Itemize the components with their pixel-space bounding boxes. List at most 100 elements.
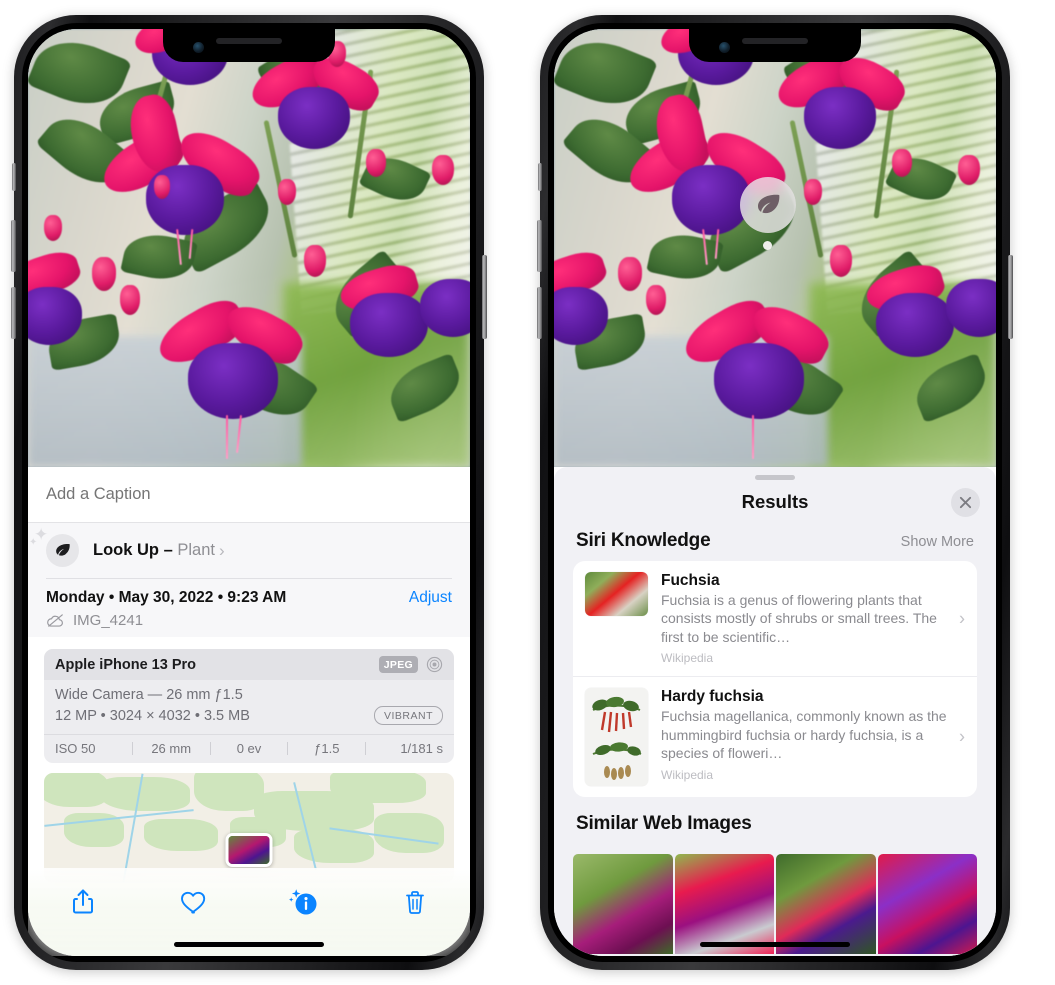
flower-bud xyxy=(44,215,62,241)
share-button[interactable] xyxy=(63,882,103,922)
result-thumbnail xyxy=(585,572,648,616)
info-sparkle-icon xyxy=(289,889,317,915)
similar-web-images-strip[interactable] xyxy=(573,854,977,955)
show-more-button[interactable]: Show More xyxy=(901,534,974,550)
photo-viewer[interactable] xyxy=(28,29,470,467)
camera-badges: JPEG xyxy=(378,656,443,673)
exif-focal: 26 mm xyxy=(151,741,192,756)
delete-button[interactable] xyxy=(395,882,435,922)
result-text: Fuchsia Fuchsia is a genus of flowering … xyxy=(661,572,965,665)
siri-knowledge-header: Siri Knowledge Show More xyxy=(554,524,996,561)
home-indicator[interactable] xyxy=(174,942,324,947)
flower-bud xyxy=(618,257,642,291)
flower-bud xyxy=(958,155,980,185)
look-up-row[interactable]: ✦ ✦ Look Up – Plant › xyxy=(28,523,470,578)
result-thumbnail xyxy=(585,688,648,787)
divider xyxy=(46,578,452,579)
location-map[interactable] xyxy=(44,773,454,883)
look-up-label: Look Up – Plant xyxy=(93,541,215,560)
flower-corolla xyxy=(188,343,278,419)
flower-corolla xyxy=(804,87,876,149)
photo-viewer[interactable] xyxy=(554,29,996,467)
volume-down-button[interactable] xyxy=(537,287,542,339)
right-iphone-device: Results Siri Knowledge Show More Fuchsia… xyxy=(537,15,1013,970)
camera-body: Wide Camera — 26 mm ƒ1.5 12 MP • 3024 × … xyxy=(44,680,454,734)
left-phone-bezel: ✦ ✦ Look Up – Plant › xyxy=(22,23,476,962)
right-phone-bezel: Results Siri Knowledge Show More Fuchsia… xyxy=(548,23,1002,962)
result-description: Fuchsia magellanica, commonly known as t… xyxy=(661,708,947,762)
look-up-dash: – xyxy=(163,541,173,559)
front-camera-icon xyxy=(193,42,204,53)
result-title: Hardy fuchsia xyxy=(661,688,764,706)
photo-info-panel: ✦ ✦ Look Up – Plant › xyxy=(28,467,470,956)
map-photo-pin[interactable] xyxy=(225,833,273,867)
chevron-right-icon: › xyxy=(959,726,965,747)
photo-metadata: Monday • May 30, 2022 • 9:23 AM Adjust I… xyxy=(28,578,470,637)
notch xyxy=(689,29,861,62)
exif-row: ISO 50 26 mm 0 ev ƒ1.5 1/181 s xyxy=(44,734,454,763)
photo-style-badge: VIBRANT xyxy=(373,706,443,725)
volume-up-button[interactable] xyxy=(537,220,542,272)
close-button[interactable] xyxy=(951,488,980,517)
date-row: Monday • May 30, 2022 • 9:23 AM Adjust xyxy=(46,589,452,607)
filename-row: IMG_4241 xyxy=(46,612,452,629)
right-phone-screen: Results Siri Knowledge Show More Fuchsia… xyxy=(554,29,996,956)
list-item[interactable]: Fuchsia Fuchsia is a genus of flowering … xyxy=(573,561,977,676)
result-source: Wikipedia xyxy=(661,651,714,666)
look-up-subject: Plant xyxy=(177,541,215,559)
aperture-icon xyxy=(426,656,443,673)
home-indicator[interactable] xyxy=(700,942,850,947)
similar-image-thumbnail[interactable] xyxy=(573,854,673,955)
camera-device-name: Apple iPhone 13 Pro xyxy=(55,656,196,673)
visual-lookup-badge[interactable] xyxy=(740,177,796,233)
camera-specs-row: 12 MP • 3024 × 4032 • 3.5 MB VIBRANT xyxy=(55,706,443,725)
result-title: Fuchsia xyxy=(661,572,720,589)
similar-image-thumbnail[interactable] xyxy=(776,854,876,955)
chevron-right-icon: › xyxy=(218,540,225,560)
flower-bud xyxy=(646,285,666,315)
look-up-title: Look Up xyxy=(93,541,159,559)
caption-input[interactable] xyxy=(46,485,452,504)
results-sheet: Results Siri Knowledge Show More Fuchsia… xyxy=(554,467,996,956)
stamen xyxy=(226,415,228,459)
volume-down-button[interactable] xyxy=(11,287,16,339)
flower-bud xyxy=(278,179,296,205)
flower-corolla xyxy=(672,165,750,235)
caption-row[interactable] xyxy=(28,467,470,523)
flower-bud xyxy=(892,149,912,177)
left-phone-screen: ✦ ✦ Look Up – Plant › xyxy=(28,29,470,956)
filename-text: IMG_4241 xyxy=(73,612,144,629)
flower-bud xyxy=(432,155,454,185)
similar-image-thumbnail[interactable] xyxy=(877,854,977,955)
exif-exposure: 0 ev xyxy=(236,741,262,756)
volume-up-button[interactable] xyxy=(11,220,16,272)
share-icon xyxy=(73,889,94,914)
mute-switch[interactable] xyxy=(538,163,542,191)
exif-iso: ISO 50 xyxy=(55,741,96,756)
chevron-right-icon: › xyxy=(959,608,965,629)
similar-web-images-header: Similar Web Images xyxy=(554,797,996,844)
info-button[interactable] xyxy=(284,882,324,922)
sheet-title: Results xyxy=(741,491,809,512)
power-button[interactable] xyxy=(1008,255,1013,339)
visual-lookup-pointer-dot xyxy=(763,241,772,250)
list-item[interactable]: Hardy fuchsia Fuchsia magellanica, commo… xyxy=(573,676,977,797)
power-button[interactable] xyxy=(482,255,487,339)
mute-switch[interactable] xyxy=(12,163,16,191)
camera-specs-line: 12 MP • 3024 × 4032 • 3.5 MB xyxy=(55,707,250,724)
adjust-button[interactable]: Adjust xyxy=(409,589,452,607)
format-badge: JPEG xyxy=(378,656,418,673)
heart-icon xyxy=(180,891,205,913)
flower-bud xyxy=(154,175,170,199)
camera-info-card[interactable]: Apple iPhone 13 Pro JPEG Wide Camera — 2… xyxy=(44,649,454,763)
leaf-glyph xyxy=(56,544,70,556)
siri-knowledge-card: Fuchsia Fuchsia is a genus of flowering … xyxy=(573,561,977,798)
favorite-button[interactable] xyxy=(174,882,214,922)
flower-bud xyxy=(120,285,140,315)
exif-aperture: ƒ1.5 xyxy=(314,741,340,756)
left-iphone-device: ✦ ✦ Look Up – Plant › xyxy=(11,15,487,970)
exif-shutter: 1/181 s xyxy=(400,741,443,756)
similar-image-thumbnail[interactable] xyxy=(674,854,774,955)
front-camera-icon xyxy=(719,42,730,53)
flower-corolla xyxy=(350,293,428,357)
